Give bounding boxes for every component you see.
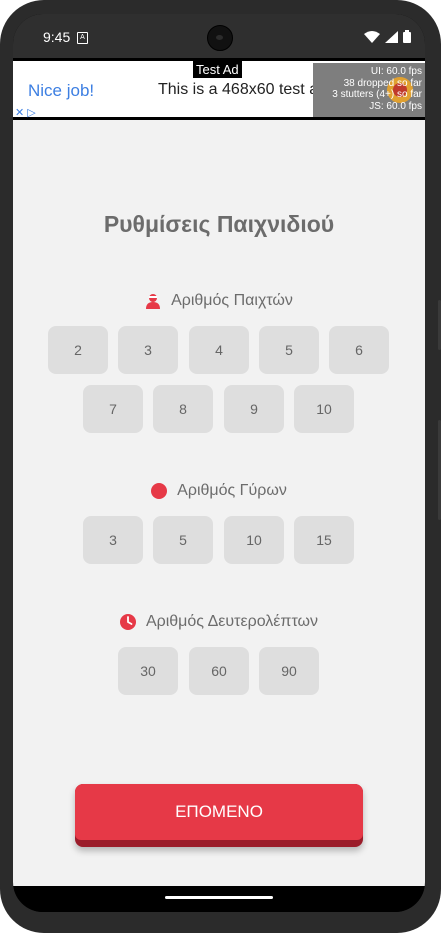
players-option-2[interactable]: 2 [48, 326, 108, 374]
status-time: 9:45 [43, 29, 71, 45]
signal-icon [385, 30, 398, 43]
ad-label: Test Ad [193, 61, 242, 78]
ad-nice-text: Nice job! [28, 81, 95, 100]
status-bar: 9:45 A [13, 14, 425, 58]
fps-monitor: UI: 60.0 fps 38 dropped so far 3 stutter… [332, 66, 422, 112]
screen: 9:45 A Nice job! This is a 468x60 test a… [13, 14, 425, 912]
players-option-5[interactable]: 5 [259, 326, 319, 374]
players-option-7[interactable]: 7 [83, 385, 143, 433]
players-option-3[interactable]: 3 [118, 326, 178, 374]
players-option-8[interactable]: 8 [153, 385, 213, 433]
ad-choices-icon[interactable]: ✕ ▷ [15, 106, 36, 119]
rounds-option-5[interactable]: 5 [153, 516, 213, 564]
rounds-option-10[interactable]: 10 [224, 516, 284, 564]
player-icon [146, 294, 161, 309]
players-option-9[interactable]: 9 [224, 385, 284, 433]
next-button-label: ΕΠΟΜΕΝΟ [75, 784, 363, 840]
seconds-label: Αριθμός Δευτερολέπτων [145, 613, 319, 630]
settings-page: Ρυθμίσεις Παιχνιδιού Αριθμός Παιχτών 2 3… [13, 120, 425, 886]
players-heading: Αριθμός Παιχτών [13, 292, 425, 310]
ad-graphic: UI: 60.0 fps 38 dropped so far 3 stutter… [313, 63, 425, 117]
sim-icon: A [77, 32, 88, 44]
navigation-bar [13, 886, 425, 912]
ad-body-text: This is a 468x60 test ad. [158, 81, 332, 98]
clock-icon [119, 614, 136, 630]
home-handle[interactable] [165, 896, 273, 899]
page-title: Ρυθμίσεις Παιχνιδιού [103, 211, 335, 237]
players-label: Αριθμός Παιχτών [171, 292, 293, 309]
players-option-6[interactable]: 6 [329, 326, 389, 374]
battery-icon [403, 30, 411, 43]
fps-line: JS: 60.0 fps [369, 100, 422, 112]
fps-line: 3 stutters (4+) so far [332, 89, 422, 100]
rounds-option-15[interactable]: 15 [294, 516, 354, 564]
rounds-option-3[interactable]: 3 [83, 516, 143, 564]
players-option-10[interactable]: 10 [294, 385, 354, 433]
wifi-icon [364, 30, 380, 43]
seconds-heading: Αριθμός Δευτερολέπτων [13, 613, 425, 631]
status-icons [364, 30, 411, 43]
phone-frame: 9:45 A Nice job! This is a 468x60 test a… [0, 0, 441, 933]
front-camera [207, 25, 233, 51]
seconds-option-30[interactable]: 30 [118, 647, 178, 695]
round-dot-icon [151, 483, 168, 499]
players-option-4[interactable]: 4 [189, 326, 249, 374]
ad-banner[interactable]: Nice job! This is a 468x60 test ad. UI: … [13, 58, 425, 120]
fps-line: UI: 60.0 fps [370, 66, 422, 77]
rounds-heading: Αριθμός Γύρων [13, 482, 425, 500]
next-button[interactable]: ΕΠΟΜΕΝΟ [75, 784, 363, 847]
seconds-option-60[interactable]: 60 [189, 647, 249, 695]
fps-line: 38 dropped so far [343, 77, 422, 89]
seconds-option-90[interactable]: 90 [259, 647, 319, 695]
rounds-label: Αριθμός Γύρων [177, 482, 287, 499]
